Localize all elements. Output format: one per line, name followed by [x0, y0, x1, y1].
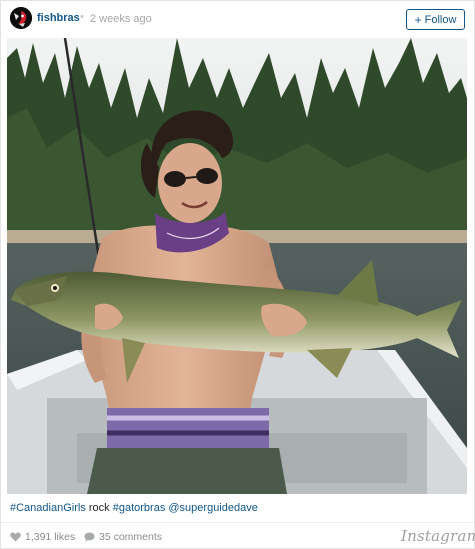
avatar[interactable] [10, 7, 32, 29]
separator-dot: • [80, 11, 84, 23]
caption-text: rock [85, 502, 113, 514]
post-timestamp[interactable]: 2 weeks ago [90, 13, 152, 25]
post-photo[interactable] [7, 38, 467, 494]
heart-icon [10, 532, 21, 542]
avatar-image [10, 7, 32, 29]
photo-illustration [7, 38, 467, 494]
mention-superguidedave[interactable]: @superguidedave [168, 502, 257, 514]
likes-count[interactable]: 1,391 likes [10, 531, 75, 543]
follow-label: Follow [424, 13, 457, 26]
hashtag-canadiangirls[interactable]: #CanadianGirls [10, 502, 86, 514]
comments-count[interactable]: 35 comments [84, 531, 162, 543]
instagram-post-card: fishbras • 2 weeks ago + Follow #Canadia… [0, 0, 475, 549]
instagram-logo[interactable]: Instagram [401, 527, 475, 545]
footer-divider [1, 522, 474, 523]
follow-button[interactable]: + Follow [406, 9, 465, 30]
post-caption: #CanadianGirls rock #gatorbras @supergui… [10, 502, 258, 514]
comments-label: 35 comments [99, 531, 163, 543]
plus-icon: + [414, 12, 422, 27]
speech-bubble-icon [84, 532, 95, 542]
likes-label: 1,391 likes [25, 531, 76, 543]
post-header: fishbras • 2 weeks ago + Follow [1, 1, 474, 37]
hashtag-gatorbras[interactable]: #gatorbras [113, 502, 166, 514]
username-link[interactable]: fishbras [37, 12, 80, 24]
